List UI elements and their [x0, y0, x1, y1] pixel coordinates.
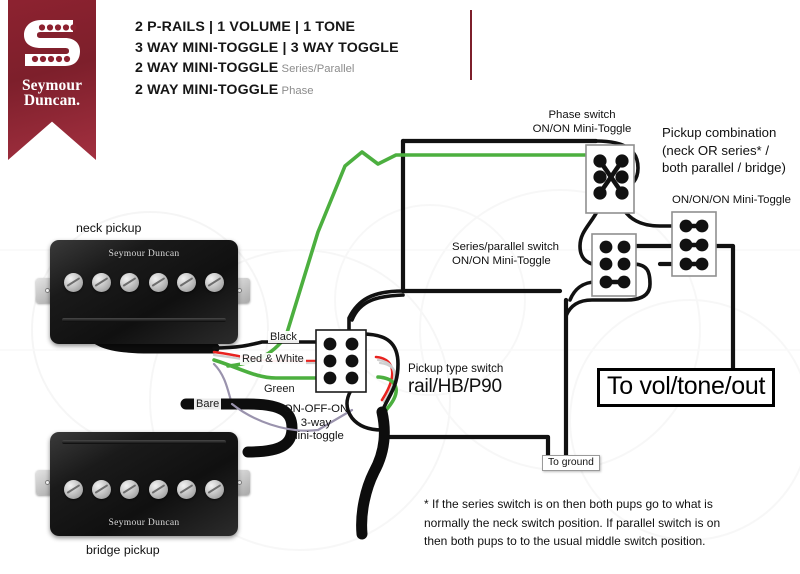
pole-piece [148, 480, 168, 499]
pickup-type-mode-label: ON-OFF-ON 3-way mini-toggle [258, 403, 374, 444]
pole-piece [120, 480, 140, 499]
pickup-type-mode-line3: mini-toggle [288, 430, 344, 443]
bridge-pickup-rail [62, 440, 226, 444]
pickup-type-switch[interactable] [315, 329, 367, 393]
series-parallel-title: Series/parallel switch [452, 241, 559, 253]
series-parallel-subtitle: ON/ON Mini-Toggle [452, 254, 551, 267]
phase-switch-subtitle: ON/ON Mini-Toggle [532, 122, 632, 135]
wire-label-green: Green [262, 383, 297, 395]
logo-wordmark-line1: Seymour [21, 77, 83, 94]
footnote: * If the series switch is on then both p… [424, 495, 794, 551]
spec-line-1: 2 P-RAILS | 1 VOLUME | 1 TONE [135, 19, 356, 35]
pickup-type-switch-label: Pickup type switch rail/HB/P90 [408, 362, 503, 398]
series-parallel-switch[interactable] [591, 233, 637, 297]
vol-tone-out-box: To vol/tone/out [597, 368, 776, 407]
pole-piece [176, 273, 196, 292]
neck-pickup-brand: Seymour Duncan [108, 248, 180, 259]
pickup-combination-line3: both parallel / bridge) [662, 160, 786, 175]
pole-piece [176, 480, 196, 499]
spec-line-3: 2 WAY MINI-TOGGLE Series/Parallel [135, 58, 399, 80]
pickup-combination-label: Pickup combination (neck OR series* / bo… [662, 124, 786, 177]
neck-pickup-poles [64, 273, 224, 292]
neck-pickup-rail [62, 318, 226, 322]
pole-piece [204, 273, 224, 292]
neck-pickup: Seymour Duncan [50, 240, 238, 344]
wire-label-bare: Bare [194, 398, 222, 410]
logo-wordmark-line2: Duncan. [23, 92, 81, 109]
spec-line-4-sub: Phase [281, 84, 314, 97]
phase-switch[interactable] [585, 144, 635, 214]
wiring-diagram-page: .wk{fill:none;stroke:#111;stroke-width:4… [0, 0, 800, 574]
pickup-type-value: rail/HB/P90 [408, 376, 502, 397]
neck-pickup-label: neck pickup [76, 221, 142, 235]
seymour-duncan-logo: Seymour Duncan. [8, 0, 96, 160]
pickup-combination-line2: (neck OR series* / [662, 142, 769, 158]
logo-wordmark: Seymour Duncan. [8, 77, 96, 109]
to-ground-box: To ground [542, 455, 600, 471]
wire-label-black: Black [268, 331, 299, 343]
bridge-pickup-label: bridge pickup [86, 543, 160, 557]
pole-piece [120, 273, 140, 292]
bridge-pickup: Seymour Duncan [50, 432, 238, 536]
footnote-line3: then both pups to to the usual middle sw… [424, 534, 706, 548]
pole-piece [92, 273, 112, 292]
pole-piece [148, 273, 168, 292]
footnote-line2: normally the neck switch position. If pa… [424, 515, 721, 530]
series-parallel-switch-label: Series/parallel switch ON/ON Mini-Toggle [452, 241, 559, 268]
spec-line-4-main: 2 WAY MINI-TOGGLE [135, 81, 279, 98]
header-divider [470, 10, 472, 80]
pole-piece [64, 480, 83, 499]
pickup-combination-switch[interactable] [671, 211, 717, 277]
spec-line-2: 3 WAY MINI-TOGGLE | 3 WAY TOGGLE [135, 39, 399, 56]
spec-line-3-main: 2 WAY MINI-TOGGLE [135, 60, 279, 76]
bridge-pickup-poles [64, 480, 224, 499]
header-spec-list: 2 P-RAILS | 1 VOLUME | 1 TONE 3 WAY MINI… [135, 17, 399, 101]
footnote-line1: * If the series switch is on then both p… [424, 497, 713, 511]
pickup-type-mode-line2: 3-way [300, 416, 332, 429]
wire-label-red-white: Red & White [240, 353, 306, 365]
spec-line-3-sub: Series/Parallel [281, 63, 355, 75]
pole-piece [64, 273, 83, 292]
pole-piece [204, 480, 224, 499]
pickup-combination-subtitle: ON/ON/ON Mini-Toggle [672, 194, 791, 206]
logo-s-mark [24, 20, 80, 66]
phase-switch-title: Phase switch [548, 109, 616, 121]
pole-piece [92, 480, 112, 499]
pickup-type-title: Pickup type switch [408, 362, 504, 375]
bridge-pickup-brand: Seymour Duncan [108, 517, 180, 528]
pickup-combination-line1: Pickup combination [662, 125, 777, 140]
spec-line-4: 2 WAY MINI-TOGGLE Phase [135, 80, 399, 102]
phase-switch-label: Phase switch ON/ON Mini-Toggle [512, 109, 652, 136]
pickup-type-mode-line1: ON-OFF-ON [283, 403, 349, 415]
